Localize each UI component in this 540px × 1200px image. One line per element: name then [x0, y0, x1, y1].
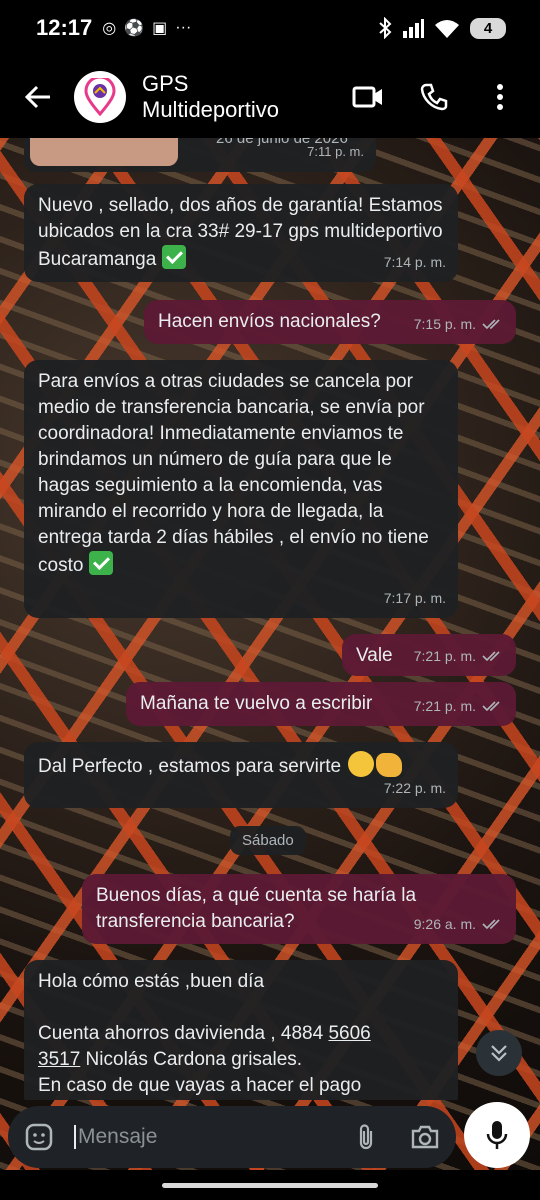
- phone-number-link[interactable]: 3517: [38, 1049, 80, 1070]
- incoming-message[interactable]: Hola cómo estás ,buen día Cuenta ahorros…: [24, 960, 458, 1100]
- status-bar: 12:17 ◎ ⚽ ▣ ··· 4: [0, 0, 540, 56]
- contact-avatar[interactable]: [74, 71, 126, 123]
- menu-button[interactable]: [478, 75, 522, 119]
- home-gesture-handle[interactable]: [162, 1183, 378, 1188]
- outgoing-message[interactable]: Vale 7:21 p. m.: [342, 634, 516, 676]
- message-time: 7:11 p. m.: [307, 144, 364, 159]
- attach-icon[interactable]: [354, 1122, 378, 1152]
- message-time: 7:22 p. m.: [383, 780, 446, 796]
- message-meta: 7:21 p. m.: [414, 693, 504, 719]
- image-thumbnail[interactable]: [30, 138, 178, 166]
- message-meta: 7:15 p. m.: [414, 311, 504, 337]
- app-icon: ▣: [152, 20, 168, 37]
- incoming-message[interactable]: Nuevo , sellado, dos años de garantía! E…: [24, 184, 458, 282]
- wifi-icon: [435, 20, 459, 38]
- phone-number-link[interactable]: 5606: [328, 1023, 370, 1044]
- message-line: 3517 Nicolás Cardona grisales.: [38, 1047, 444, 1073]
- notification-icons: ◎ ⚽ ▣ ···: [102, 18, 191, 38]
- sticker-icon[interactable]: [24, 1122, 54, 1152]
- handshake-emoji-icon: [376, 753, 403, 777]
- double-chevron-down-icon: [491, 1045, 507, 1062]
- bluetooth-icon: [379, 17, 392, 39]
- message-meta: 7:14 p. m.: [384, 249, 446, 275]
- message-time: 7:17 p. m.: [383, 590, 446, 606]
- outgoing-message[interactable]: Mañana te vuelvo a escribir 7:21 p. m.: [126, 682, 516, 726]
- battery-indicator: 4: [470, 17, 506, 39]
- message-composer: Mensaje: [8, 1106, 456, 1168]
- message-text: Cuenta ahorros davivienda , 4884: [38, 1023, 329, 1044]
- phone-icon: [420, 83, 448, 111]
- gps-logo-icon: [84, 78, 116, 116]
- message-line: Cuenta ahorros davivienda , 4884 5606: [38, 1021, 444, 1047]
- back-arrow-icon: [24, 85, 50, 109]
- back-button[interactable]: [20, 79, 56, 115]
- video-call-button[interactable]: [346, 75, 390, 119]
- check-mark-emoji-icon: [161, 245, 186, 269]
- message-time: 7:21 p. m.: [413, 698, 476, 714]
- system-icons: 4: [378, 17, 506, 39]
- message-meta: 7:22 p. m.: [384, 775, 446, 801]
- message-text: Mañana te vuelvo a escribir: [140, 693, 373, 714]
- message-text: Dal Perfecto , estamos para servirte: [38, 756, 342, 777]
- message-meta: 7:17 p. m.: [384, 585, 446, 611]
- outgoing-message[interactable]: Hacen envíos nacionales? 7:15 p. m.: [144, 300, 516, 344]
- message-time: 7:21 p. m.: [413, 648, 476, 664]
- message-time: 7:14 p. m.: [383, 254, 446, 270]
- message-text: Vale: [356, 645, 393, 666]
- voice-call-button[interactable]: [412, 75, 456, 119]
- outgoing-message[interactable]: Buenos días, a qué cuenta se haría la tr…: [82, 874, 516, 944]
- message-meta: 7:21 p. m.: [414, 643, 504, 669]
- camera-icon[interactable]: [410, 1124, 440, 1150]
- message-text: Hacen envíos nacionales?: [158, 311, 381, 332]
- message-meta: 9:26 a. m.: [414, 911, 504, 937]
- scroll-to-bottom-button[interactable]: [476, 1030, 522, 1076]
- message-text: Nuevo , sellado, dos años de garantía! E…: [38, 195, 443, 270]
- read-receipt-icon: [482, 651, 500, 662]
- soccer-icon: ⚽: [124, 20, 145, 37]
- star-struck-emoji-icon: [348, 751, 375, 777]
- chat-header: GPS Multideportivo: [0, 56, 540, 138]
- message-input[interactable]: Mensaje: [74, 1125, 354, 1149]
- microphone-icon: [486, 1121, 508, 1149]
- message-text: Buenos días, a qué cuenta se haría la tr…: [96, 885, 417, 932]
- contact-name[interactable]: GPS Multideportivo: [142, 71, 324, 123]
- message-list[interactable]: 26 de junio de 2026 7:11 p. m. Nuevo , s…: [0, 138, 540, 1100]
- check-mark-emoji-icon: [88, 551, 113, 575]
- read-receipt-icon: [482, 319, 500, 330]
- read-receipt-icon: [482, 919, 500, 930]
- date-separator: Sábado: [230, 826, 306, 855]
- video-camera-icon: [352, 86, 382, 108]
- more-notifications-icon: ···: [175, 19, 192, 36]
- signal-icon: [403, 19, 424, 38]
- message-time: 7:15 p. m.: [413, 316, 476, 332]
- message-line: En caso de que vayas a hacer el pago: [38, 1075, 362, 1096]
- whatsapp-icon: ◎: [102, 20, 117, 37]
- image-message[interactable]: 26 de junio de 2026 7:11 p. m.: [24, 138, 376, 172]
- status-time: 12:17: [36, 15, 93, 40]
- message-time: 9:26 a. m.: [413, 916, 476, 932]
- message-text: Nicolás Cardona grisales.: [80, 1049, 303, 1070]
- message-text: Para envíos a otras ciudades se cancela …: [38, 371, 429, 576]
- message-line: Hola cómo estás ,buen día: [38, 971, 265, 992]
- voice-message-button[interactable]: [464, 1102, 530, 1168]
- incoming-message[interactable]: Para envíos a otras ciudades se cancela …: [24, 360, 458, 618]
- read-receipt-icon: [482, 701, 500, 712]
- more-vert-icon: [497, 84, 503, 110]
- incoming-message[interactable]: Dal Perfecto , estamos para servirte 7:2…: [24, 742, 458, 808]
